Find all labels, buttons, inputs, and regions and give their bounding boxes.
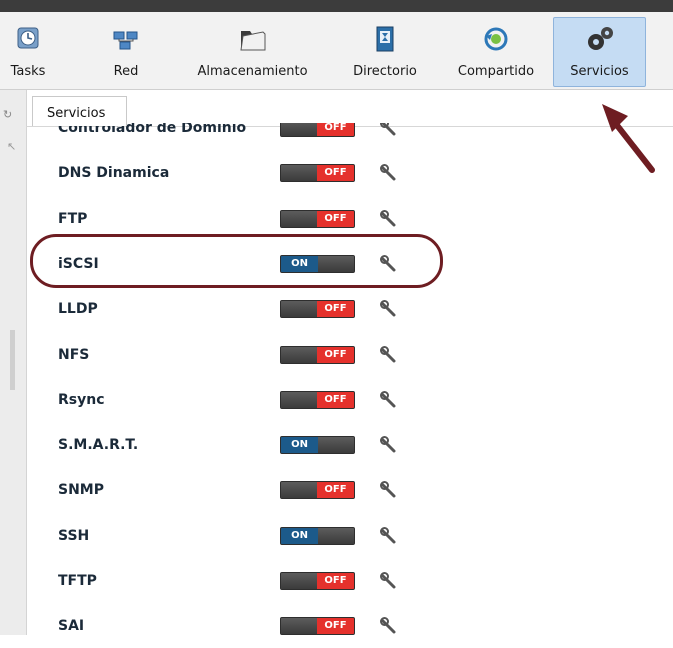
service-toggle[interactable]: ON <box>280 526 355 545</box>
toggle-knob <box>281 573 319 589</box>
service-row: DNS Dinamica OFF <box>40 151 660 195</box>
service-name: FTP <box>58 210 88 227</box>
toolbar-item-servicios[interactable]: Servicios <box>553 17 646 87</box>
toggle-state-label: ON <box>281 437 318 454</box>
window-top-strip <box>0 0 673 12</box>
wrench-icon[interactable] <box>380 209 398 229</box>
wrench-icon[interactable] <box>380 163 398 183</box>
service-name: Rsync <box>58 391 105 408</box>
toggle-knob <box>281 123 319 136</box>
wrench-icon[interactable] <box>380 118 398 138</box>
toggle-knob <box>316 255 354 272</box>
wrench-icon[interactable] <box>380 616 398 636</box>
service-toggle[interactable]: ON <box>280 254 355 273</box>
service-name: LLDP <box>58 301 98 318</box>
toggle-knob <box>281 618 319 635</box>
service-row: NFS OFF <box>40 333 660 377</box>
service-row: LLDP OFF <box>40 287 660 331</box>
collapse-icon[interactable]: ↖ <box>7 140 16 153</box>
service-row: TFTP OFF <box>40 559 660 603</box>
service-name: TFTP <box>58 573 97 589</box>
toolbar-item-compartido[interactable]: Compartido <box>447 18 545 84</box>
toolbar-item-directorio[interactable]: Directorio <box>341 18 429 84</box>
service-row: SSH ON <box>40 514 660 558</box>
wrench-icon[interactable] <box>380 526 398 546</box>
toggle-state-label: OFF <box>317 301 354 318</box>
service-row: SAI OFF <box>40 604 660 648</box>
service-name: DNS Dinamica <box>58 165 170 182</box>
tab-servicios[interactable]: Servicios <box>32 96 127 126</box>
toggle-state-label: OFF <box>317 573 354 589</box>
toggle-state-label: OFF <box>317 123 354 136</box>
service-name: SNMP <box>58 482 104 499</box>
network-icon <box>113 31 138 50</box>
toolbar-item-label: Servicios <box>570 64 629 79</box>
service-row: SNMP OFF <box>40 468 660 512</box>
annotation-arrow <box>602 104 655 173</box>
wrench-icon[interactable] <box>380 254 398 274</box>
toggle-knob <box>316 527 354 544</box>
service-toggle[interactable]: OFF <box>280 390 355 409</box>
service-row: Controlador de Dominio OFF <box>40 118 660 150</box>
wrench-icon[interactable] <box>380 299 398 319</box>
expand-icon[interactable]: ↻ <box>3 108 12 121</box>
service-row: FTP OFF <box>40 197 660 241</box>
service-toggle[interactable]: OFF <box>280 300 355 319</box>
service-toggle[interactable]: OFF <box>280 164 355 183</box>
toggle-state-label: OFF <box>317 346 354 363</box>
service-toggle[interactable]: OFF <box>280 123 355 137</box>
toggle-knob <box>281 482 319 499</box>
toolbar-item-red[interactable]: Red <box>96 18 156 84</box>
clock-icon <box>17 27 39 49</box>
toolbar-item-label: Almacenamiento <box>197 64 308 79</box>
toolbar-item-tasks[interactable]: Tasks <box>0 18 56 84</box>
wrench-icon[interactable] <box>380 571 398 591</box>
toolbar-item-almacenamiento[interactable]: Almacenamiento <box>185 18 320 84</box>
service-toggle[interactable]: ON <box>280 436 355 455</box>
service-toggle[interactable]: OFF <box>280 345 355 364</box>
service-name: SAI <box>58 618 85 635</box>
wrench-icon[interactable] <box>380 390 398 410</box>
toolbar-item-label: Directorio <box>353 64 417 79</box>
service-row: iSCSI ON <box>40 242 660 286</box>
wrench-icon[interactable] <box>380 345 398 365</box>
service-name: S.M.A.R.T. <box>58 437 139 454</box>
toggle-knob <box>316 437 354 454</box>
directory-book-icon <box>376 26 394 52</box>
toggle-knob <box>281 165 319 182</box>
toggle-knob <box>281 210 319 227</box>
share-icon <box>484 27 508 51</box>
toggle-knob <box>281 301 319 318</box>
service-row: Rsync OFF <box>40 378 660 422</box>
service-name: SSH <box>58 527 90 544</box>
toolbar-item-label: Compartido <box>457 64 535 79</box>
main-toolbar: Tasks Red Almacenamiento Directorio Comp… <box>0 12 673 90</box>
toggle-state-label: OFF <box>317 482 354 499</box>
service-toggle[interactable]: OFF <box>280 617 355 636</box>
service-row: S.M.A.R.T. ON <box>40 423 660 467</box>
folder-icon <box>239 31 265 51</box>
service-name: iSCSI <box>58 255 99 272</box>
toggle-knob <box>281 346 319 363</box>
toggle-state-label: ON <box>281 255 318 272</box>
toggle-knob <box>281 391 319 408</box>
wrench-icon[interactable] <box>380 435 398 455</box>
gears-icon <box>587 27 613 50</box>
tab-label: Servicios <box>47 106 106 121</box>
sidebar-scrollbar[interactable] <box>10 330 15 390</box>
toggle-state-label: OFF <box>317 391 354 408</box>
toolbar-item-label: Red <box>113 64 139 79</box>
service-toggle[interactable]: OFF <box>280 572 355 590</box>
toggle-state-label: OFF <box>317 165 354 182</box>
service-toggle[interactable]: OFF <box>280 209 355 228</box>
toggle-state-label: OFF <box>317 210 354 227</box>
left-sidebar: ↻ ↖ <box>0 90 27 635</box>
toolbar-item-label: Tasks <box>10 64 46 79</box>
toggle-state-label: OFF <box>317 618 354 635</box>
service-name: NFS <box>58 346 90 363</box>
toggle-state-label: ON <box>281 527 318 544</box>
service-toggle[interactable]: OFF <box>280 481 355 500</box>
wrench-icon[interactable] <box>380 480 398 500</box>
